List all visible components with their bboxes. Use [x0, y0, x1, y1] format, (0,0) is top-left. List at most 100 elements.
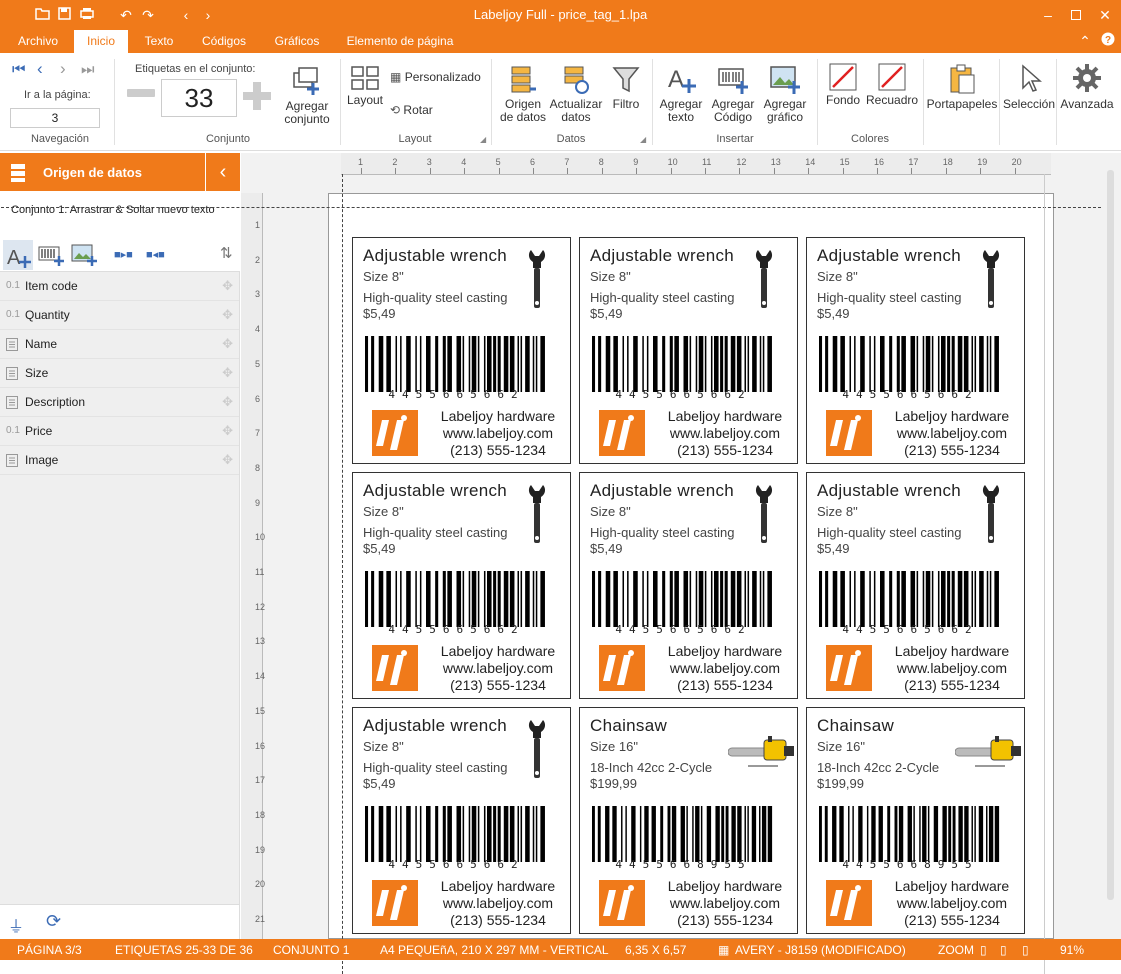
move-left-icon[interactable]: ■◂■ — [146, 248, 165, 261]
ruler-tick: 13 — [255, 636, 266, 647]
prev-page-icon[interactable]: ‹ — [37, 59, 43, 79]
tab-graficos[interactable]: Gráficos — [264, 30, 330, 53]
advanced-button[interactable]: Avanzada — [1058, 63, 1116, 111]
tab-texto[interactable]: Texto — [134, 30, 184, 53]
collapse-ribbon-icon[interactable]: ⌃ — [1074, 30, 1096, 52]
filter-button[interactable]: Filtro — [606, 65, 646, 111]
add-code-button[interactable]: Agregar Código — [706, 63, 760, 124]
sort-icon[interactable]: ⇅ — [220, 244, 233, 262]
add-text-field-icon[interactable]: A — [3, 240, 33, 270]
price-tag-label[interactable]: Adjustable wrench Size 8" High-quality ste… — [579, 472, 798, 699]
drag-handle-icon[interactable]: ✥ — [222, 423, 233, 439]
price-tag-label[interactable]: Adjustable wrench Size 8" High-quality ste… — [806, 472, 1025, 699]
company-website: www.labeljoy.com — [669, 895, 781, 911]
price-tag-label[interactable]: Adjustable wrench Size 8" High-quality ste… — [806, 237, 1025, 464]
expand-icon[interactable]: ◢ — [640, 135, 646, 144]
close-icon[interactable]: ✕ — [1094, 4, 1116, 26]
price-tag-label[interactable]: Chainsaw Size 16" 18-Inch 42cc 2-Cycle $199… — [806, 707, 1025, 934]
field-item[interactable]: Description ✥ — [0, 388, 239, 417]
tab-elemento-pagina[interactable]: Elemento de página — [338, 30, 462, 53]
svg-text:A: A — [668, 66, 684, 93]
custom-button[interactable]: ▦ Personalizado — [390, 71, 481, 84]
ruler-mark — [429, 168, 431, 174]
product-size: Size 16" — [817, 739, 865, 754]
expand-icon[interactable]: ◢ — [480, 135, 486, 144]
zoom-width-icon[interactable]: ▯ — [1000, 943, 1007, 957]
ruler-mark — [808, 168, 810, 174]
background-color-button[interactable]: Fondo — [822, 63, 864, 107]
product-size: Size 8" — [817, 269, 858, 284]
barcode-number: 4455668955 — [615, 858, 752, 871]
maximize-icon[interactable] — [1065, 4, 1087, 26]
drag-handle-icon[interactable]: ✥ — [222, 278, 233, 294]
company-info: Labeljoy hardware www.labeljoy.com (213) 5… — [655, 643, 795, 694]
layout-button[interactable]: Layout — [344, 65, 386, 107]
field-item[interactable]: 0.1 Item code ✥ — [0, 272, 239, 301]
add-graphic-button[interactable]: Agregar gráfico — [760, 63, 810, 124]
add-image-field-icon[interactable] — [71, 244, 97, 269]
help-icon[interactable]: ? — [1097, 30, 1119, 52]
drag-handle-icon[interactable]: ✥ — [222, 307, 233, 323]
margin-guide — [342, 174, 343, 974]
tab-archivo[interactable]: Archivo — [8, 30, 68, 53]
update-data-button[interactable]: Actualizar datos — [548, 65, 604, 124]
drag-handle-icon[interactable]: ✥ — [222, 452, 233, 468]
first-page-icon[interactable]: ⏮ — [12, 61, 26, 78]
next-page-icon[interactable]: › — [60, 59, 66, 79]
rotate-button[interactable]: ⟲ Rotar — [390, 104, 433, 117]
data-source-icon — [511, 66, 536, 93]
tab-inicio[interactable]: Inicio — [74, 30, 128, 53]
labels-count-input[interactable]: 33 — [161, 79, 237, 117]
zoom-fit-icon[interactable]: ▯ — [1022, 943, 1029, 957]
add-text-button[interactable]: A Agregar texto — [656, 63, 706, 124]
vertical-scrollbar[interactable] — [1107, 170, 1114, 900]
field-item[interactable]: 0.1 Price ✥ — [0, 417, 239, 446]
data-source-button[interactable]: Origen de datos — [498, 65, 548, 124]
company-name: Labeljoy hardware — [667, 878, 783, 894]
price-tag-label[interactable]: Chainsaw Size 16" 18-Inch 42cc 2-Cycle $199… — [579, 707, 798, 934]
decrement-button[interactable] — [127, 89, 155, 97]
border-color-button[interactable]: Recuadro — [866, 63, 918, 107]
price-tag-label[interactable]: Adjustable wrench Size 8" High-quality ste… — [579, 237, 798, 464]
product-description: 18-Inch 42cc 2-Cycle — [590, 760, 713, 775]
clipboard-button[interactable]: Portapapeles — [926, 63, 998, 111]
drag-handle-icon[interactable]: ✥ — [222, 394, 233, 410]
barcode-number: 4455665662 — [388, 623, 525, 636]
field-item[interactable]: 0.1 Quantity ✥ — [0, 301, 239, 330]
field-item[interactable]: Image ✥ — [0, 446, 239, 475]
panel-subtitle: Conjunto 1: Arrastrar & Soltar nuevo tex… — [0, 191, 240, 234]
panel-toolbar: A ■▸■ ■◂■ ⇅ — [0, 238, 240, 272]
price-tag-label[interactable]: Adjustable wrench Size 8" High-quality ste… — [352, 472, 571, 699]
price-tag-label[interactable]: Adjustable wrench Size 8" High-quality ste… — [352, 237, 571, 464]
add-code-label: Agregar Código — [711, 97, 755, 124]
ruler-tick: 13 — [770, 157, 781, 167]
add-barcode-field-icon[interactable] — [38, 244, 64, 269]
tab-codigos[interactable]: Códigos — [192, 30, 256, 53]
drag-handle-icon[interactable]: ✥ — [222, 365, 233, 381]
company-info: Labeljoy hardware www.labeljoy.com (213) 5… — [882, 408, 1022, 459]
price-tag-label[interactable]: Adjustable wrench Size 8" High-quality ste… — [352, 707, 571, 934]
minimize-icon[interactable]: – — [1037, 4, 1059, 26]
add-text-label: Agregar texto — [659, 97, 703, 124]
field-item[interactable]: Name ✥ — [0, 330, 239, 359]
layout-label: Layout — [346, 93, 384, 107]
increment-button[interactable] — [242, 81, 272, 111]
drag-handle-icon[interactable]: ✥ — [222, 336, 233, 352]
move-right-icon[interactable]: ■▸■ — [114, 248, 133, 261]
status-page: PÁGINA 3/3 — [17, 943, 82, 957]
ruler-tick: 2 — [392, 157, 398, 167]
plug-icon[interactable]: ⏚ — [8, 913, 24, 937]
wrench-image — [527, 483, 547, 548]
svg-text:?: ? — [1105, 35, 1111, 46]
labeljoy-logo — [826, 645, 872, 691]
collapse-panel-button[interactable]: ‹ — [205, 153, 240, 191]
last-page-icon[interactable]: ⏭ — [81, 61, 95, 78]
zoom-page-icon[interactable]: ▯ — [980, 943, 987, 957]
field-item[interactable]: Size ✥ — [0, 359, 239, 388]
refresh-icon[interactable]: ⟳ — [46, 911, 61, 932]
add-set-button[interactable]: Agregar conjunto — [280, 65, 334, 126]
company-phone: (213) 555-1234 — [677, 912, 773, 928]
selection-button[interactable]: Selección — [1002, 63, 1056, 111]
layout-icon — [351, 66, 379, 90]
page-number-input[interactable]: 3 — [10, 108, 100, 128]
